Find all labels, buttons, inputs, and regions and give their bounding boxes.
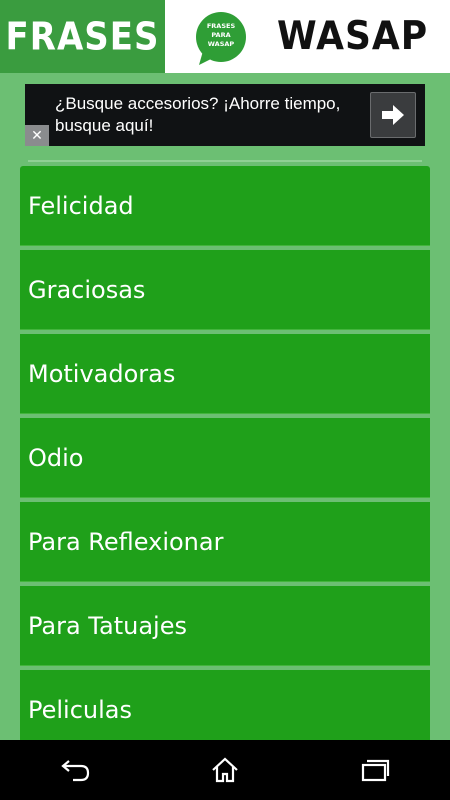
category-item-motivadoras[interactable]: Motivadoras [20,334,430,414]
category-item-para-tatuajes[interactable]: Para Tatuajes [20,586,430,666]
logo-line-1: FRASES [206,21,236,30]
category-item-odio[interactable]: Odio [20,418,430,498]
recents-icon [361,759,390,782]
back-icon [61,760,90,782]
home-icon [212,757,238,783]
header-title-right: WASAP [277,13,429,60]
nav-home-button[interactable] [195,750,255,790]
ad-close-button[interactable]: ✕ [25,125,49,146]
close-icon: ✕ [31,127,43,144]
header-title-left-block: FRASES [0,0,165,73]
category-item-felicidad[interactable]: Felicidad [20,166,430,246]
nav-back-button[interactable] [45,750,105,790]
header-title-right-block: FRASES PARA WASAP WASAP [165,0,450,73]
ad-text[interactable]: ¿Busque accesorios? ¡Ahorre tiempo, busq… [55,93,385,137]
logo-line-3: WASAP [207,39,235,48]
nav-recents-button[interactable] [345,750,405,790]
category-list: Felicidad Graciosas Motivadoras Odio Par… [20,166,430,754]
category-item-peliculas[interactable]: Peliculas [20,670,430,750]
category-item-para-reflexionar[interactable]: Para Reflexionar [20,502,430,582]
ad-banner[interactable]: ¿Busque accesorios? ¡Ahorre tiempo, busq… [25,84,425,146]
speech-bubble-logo-icon: FRASES PARA WASAP [195,11,247,65]
ad-arrow-button[interactable] [370,92,416,138]
header-title-left: FRASES [5,14,160,59]
arrow-right-icon [382,105,404,125]
list-divider [28,160,422,162]
android-nav-bar [0,740,450,800]
logo-line-2: PARA [211,30,231,39]
app-header: FRASES FRASES PARA WASAP WASAP [0,0,450,73]
category-item-graciosas[interactable]: Graciosas [20,250,430,330]
